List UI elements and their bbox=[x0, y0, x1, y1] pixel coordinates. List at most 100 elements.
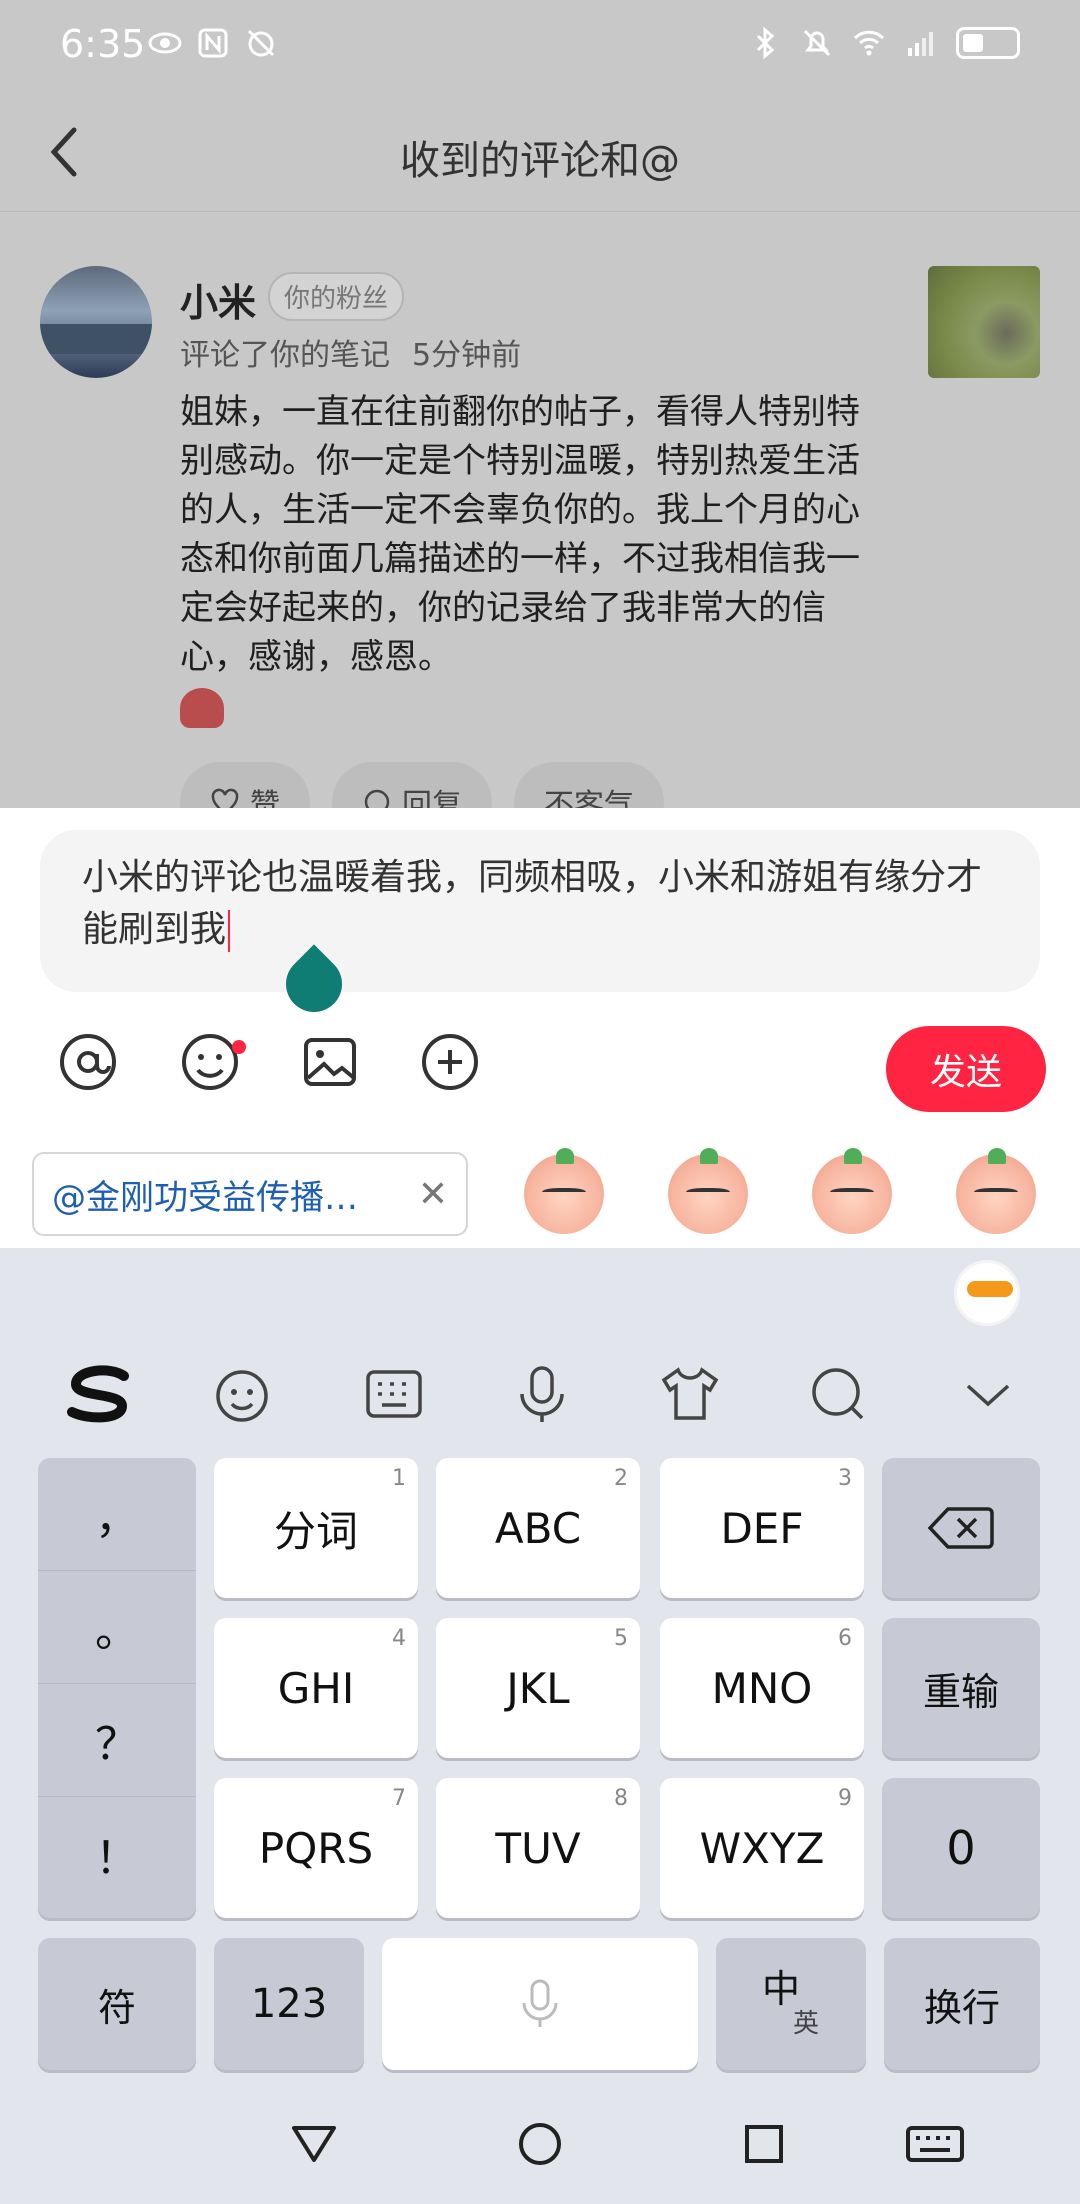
close-icon[interactable]: ✕ bbox=[418, 1174, 448, 1215]
key-number: 9 bbox=[838, 1786, 852, 1811]
key-def[interactable]: DEF 3 bbox=[660, 1458, 864, 1598]
backspace-icon bbox=[928, 1507, 994, 1549]
quick-reply-button[interactable]: 不客气 bbox=[514, 762, 664, 808]
key-label: TUV bbox=[495, 1823, 581, 1873]
like-button[interactable]: 赞 bbox=[180, 762, 310, 808]
signal-4g-icon bbox=[908, 32, 933, 56]
sticker-kiss[interactable] bbox=[524, 1148, 604, 1234]
comment-action: 评论了你的笔记 bbox=[180, 338, 390, 373]
system-nav-bar bbox=[0, 2084, 1080, 2204]
key-jkl[interactable]: JKL 5 bbox=[436, 1618, 640, 1758]
punct-period-key[interactable]: 。 bbox=[38, 1571, 196, 1684]
quick-reply-label: 不客气 bbox=[544, 788, 634, 808]
heart-icon bbox=[211, 788, 239, 808]
commenter-name[interactable]: 小米 bbox=[180, 272, 256, 327]
comment-actions: 赞 回复 不客气 bbox=[180, 762, 664, 808]
search-icon[interactable] bbox=[806, 1362, 870, 1426]
battery-icon bbox=[956, 27, 1020, 59]
commenter-avatar[interactable] bbox=[40, 266, 152, 378]
recents-square-icon[interactable] bbox=[734, 2114, 794, 2174]
sticker-laugh[interactable] bbox=[668, 1148, 748, 1234]
symbol-key[interactable]: 符 bbox=[38, 1938, 196, 2070]
back-triangle-icon[interactable] bbox=[284, 2114, 344, 2174]
emoji-icon[interactable] bbox=[178, 1030, 242, 1094]
image-icon[interactable] bbox=[298, 1030, 362, 1094]
microphone-icon[interactable] bbox=[510, 1362, 574, 1426]
key-label: ABC bbox=[494, 1503, 582, 1553]
emoji-keyboard-icon[interactable] bbox=[212, 1362, 276, 1426]
key-abc[interactable]: ABC 2 bbox=[436, 1458, 640, 1598]
home-circle-icon[interactable] bbox=[510, 2114, 570, 2174]
backspace-key[interactable] bbox=[882, 1458, 1040, 1598]
reply-input[interactable]: 小米的评论也温暖着我，同频相吸，小米和游姐有缘分才能刷到我 bbox=[40, 830, 1040, 992]
key-wxyz[interactable]: WXYZ 9 bbox=[660, 1778, 864, 1918]
alarm-off-icon bbox=[247, 29, 275, 57]
sogou-logo-icon[interactable] bbox=[62, 1362, 136, 1426]
mute-icon bbox=[803, 29, 831, 57]
fan-badge: 你的粉丝 bbox=[268, 272, 405, 321]
key-number: 8 bbox=[614, 1786, 628, 1811]
sticker-cry-laugh[interactable] bbox=[812, 1148, 892, 1234]
keyboard-mascot-icon[interactable] bbox=[954, 1260, 1020, 1326]
key-pqrs[interactable]: PQRS 7 bbox=[214, 1778, 418, 1918]
chevron-down-icon[interactable] bbox=[956, 1362, 1020, 1426]
punct-comma-key[interactable]: ， bbox=[38, 1458, 196, 1571]
mention-chip[interactable]: @金刚功受益传播… ✕ bbox=[32, 1152, 468, 1236]
reply-sheet: 小米的评论也温暖着我，同频相吸，小米和游姐有缘分才能刷到我 发送 @金刚功受益传… bbox=[0, 808, 1080, 1248]
key-number: 1 bbox=[392, 1466, 406, 1491]
top-navbar: 收到的评论和@ bbox=[0, 92, 1080, 212]
reply-label: 回复 bbox=[402, 788, 462, 808]
keyboard-layout-icon[interactable] bbox=[362, 1362, 426, 1426]
sticker-shy[interactable] bbox=[956, 1148, 1036, 1234]
space-key[interactable] bbox=[382, 1938, 698, 2070]
key-number: 4 bbox=[392, 1626, 406, 1651]
bluetooth-icon bbox=[756, 26, 775, 60]
keyboard: ， 。 ？ ！ 分词 1 ABC 2 DEF 3 GHI 4 JKL 5 MNO 6 重输 … bbox=[0, 1248, 1080, 2084]
key-number: 6 bbox=[838, 1626, 852, 1651]
enter-key[interactable]: 换行 bbox=[884, 1938, 1040, 2070]
keyboard-toolbar bbox=[0, 1340, 1080, 1450]
status-icons-right bbox=[748, 26, 1020, 60]
comment-time: 5分钟前 bbox=[412, 338, 522, 373]
comment-overlay: 6:35 收到的评论和@ 小米 你的粉丝 评论了你的笔记 5分钟前 姐妹，一直在… bbox=[0, 0, 1080, 808]
note-thumbnail[interactable] bbox=[928, 266, 1040, 378]
key-label: MNO bbox=[711, 1663, 813, 1713]
punct-question-key[interactable]: ？ bbox=[38, 1684, 196, 1797]
keyboard-hide-icon[interactable] bbox=[902, 2114, 968, 2174]
reinput-key[interactable]: 重输 bbox=[882, 1618, 1040, 1758]
page-title: 收到的评论和@ bbox=[400, 138, 680, 184]
like-label: 赞 bbox=[250, 788, 280, 808]
reply-input-value: 小米的评论也温暖着我，同频相吸，小米和游姐有缘分才能刷到我 bbox=[82, 857, 983, 950]
add-icon[interactable] bbox=[418, 1030, 482, 1094]
skin-icon[interactable] bbox=[658, 1362, 722, 1426]
punctuation-column: ， 。 ？ ！ bbox=[38, 1458, 196, 1918]
lang-sub-label: 英 bbox=[792, 2009, 819, 2039]
reply-button[interactable]: 回复 bbox=[332, 762, 492, 808]
key-label: DEF bbox=[720, 1503, 804, 1553]
key-label: 分词 bbox=[273, 1506, 358, 1556]
lang-main-label: 中 bbox=[761, 1967, 800, 2011]
key-label: GHI bbox=[277, 1663, 355, 1713]
suggestion-row: @金刚功受益传播… ✕ bbox=[0, 1138, 1080, 1248]
key-tuv[interactable]: TUV 8 bbox=[436, 1778, 640, 1918]
praying-hands-emoji-icon bbox=[180, 687, 224, 728]
zero-key[interactable]: 0 bbox=[882, 1778, 1040, 1918]
key-mno[interactable]: MNO 6 bbox=[660, 1618, 864, 1758]
space-mic-icon bbox=[522, 1979, 558, 2027]
comment-body: 姐妹，一直在往前翻你的帖子，看得人特别特别感动。你一定是个特别温暖，特别热爱生活… bbox=[180, 388, 880, 731]
send-button[interactable]: 发送 bbox=[886, 1026, 1046, 1112]
mention-icon[interactable] bbox=[56, 1030, 120, 1094]
key-fenci[interactable]: 分词 1 bbox=[214, 1458, 418, 1598]
key-label: JKL bbox=[506, 1663, 570, 1713]
lang-switch-key[interactable]: 中 英 bbox=[716, 1938, 866, 2070]
reply-icon bbox=[364, 789, 390, 808]
mention-chip-label: @金刚功受益传播… bbox=[52, 1177, 358, 1218]
key-number: 5 bbox=[614, 1626, 628, 1651]
numbers-key[interactable]: 123 bbox=[214, 1938, 364, 2070]
status-bar: 6:35 bbox=[0, 0, 1080, 92]
key-number: 2 bbox=[614, 1466, 628, 1491]
wifi-icon bbox=[853, 30, 885, 56]
punct-exclaim-key[interactable]: ！ bbox=[38, 1797, 196, 1910]
key-ghi[interactable]: GHI 4 bbox=[214, 1618, 418, 1758]
comment-text: 姐妹，一直在往前翻你的帖子，看得人特别特别感动。你一定是个特别温暖，特别热爱生活… bbox=[180, 392, 860, 677]
